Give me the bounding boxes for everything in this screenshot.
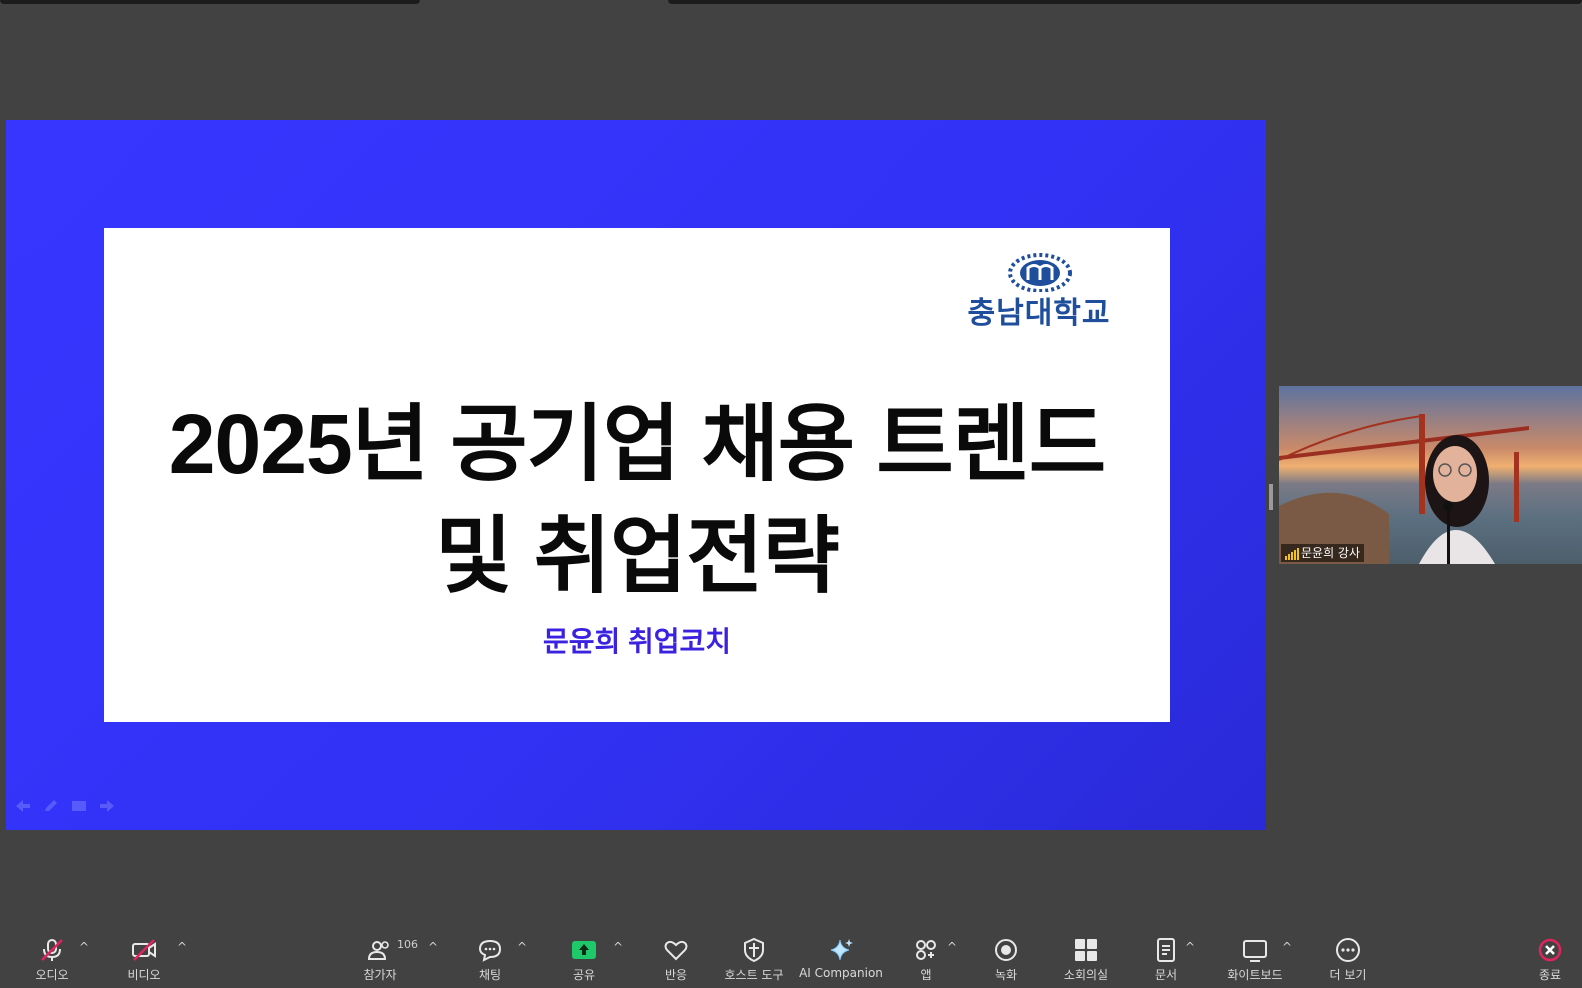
participants-count: 106 <box>397 938 418 951</box>
breakout-rooms-icon <box>1075 939 1097 961</box>
host-tools-label: 호스트 도구 <box>724 968 784 982</box>
docs-label: 문서 <box>1154 968 1178 982</box>
slide-title: 2025년 공기업 채용 트렌드 및 취업전략 <box>104 388 1170 612</box>
participants-options-caret-icon[interactable]: ^ <box>427 940 439 954</box>
slide-title-line-2: 및 취업전략 <box>435 509 840 603</box>
end-meeting-label: 종료 <box>1538 968 1562 982</box>
university-name: 충남대학교 <box>967 297 1111 330</box>
previous-arrow-icon[interactable] <box>14 798 32 812</box>
video-background-image <box>1279 414 1529 564</box>
record-button[interactable]: 녹화 <box>982 936 1030 984</box>
signal-strength-icon <box>1285 548 1299 560</box>
sparkle-icon <box>830 939 853 961</box>
chat-options-caret-icon[interactable]: ^ <box>516 940 528 954</box>
top-bar-right <box>668 0 1582 4</box>
reactions-button[interactable]: 반응 <box>652 936 700 984</box>
end-meeting-button[interactable]: 종료 <box>1528 936 1572 984</box>
breakout-rooms-label: 소회의실 <box>1063 968 1109 982</box>
slides-icon[interactable] <box>70 798 88 812</box>
apps-button[interactable]: 앱 <box>902 936 950 984</box>
share-label: 공유 <box>572 968 596 982</box>
participant-video[interactable] <box>1279 386 1582 564</box>
heart-icon <box>664 940 688 961</box>
more-icon <box>1336 938 1360 962</box>
apps-label: 앱 <box>920 968 932 982</box>
university-logo: 충남대학교 <box>934 248 1154 330</box>
video-options-caret-icon[interactable]: ^ <box>176 940 188 954</box>
audio-button[interactable]: 오디오 <box>28 936 76 984</box>
video-button[interactable]: 비디오 <box>120 936 168 984</box>
apps-options-caret-icon[interactable]: ^ <box>946 940 958 954</box>
participants-icon <box>367 941 389 960</box>
video-label: 비디오 <box>127 968 161 982</box>
more-button[interactable]: 더 보기 <box>1322 936 1374 984</box>
chat-icon <box>478 939 502 962</box>
share-screen-icon <box>572 941 596 959</box>
close-icon <box>1538 938 1562 962</box>
ai-companion-label: AI Companion <box>799 966 883 980</box>
audio-label: 오디오 <box>35 968 69 982</box>
docs-options-caret-icon[interactable]: ^ <box>1184 940 1196 954</box>
apps-icon <box>916 940 936 960</box>
participants-label: 참가자 <box>363 968 397 982</box>
next-arrow-icon[interactable] <box>98 798 116 812</box>
resize-handle[interactable] <box>1269 484 1273 510</box>
share-button[interactable]: 공유 <box>560 936 608 984</box>
meeting-toolbar: 오디오 ^ 비디오 ^ 참가자 106 ^ 채팅 ^ 공유 ^ 반응 호스트 도… <box>0 932 1582 988</box>
whiteboard-button[interactable]: 화이트보드 <box>1222 936 1288 984</box>
slide-subtitle: 문윤희 취업코치 <box>542 626 732 657</box>
whiteboard-options-caret-icon[interactable]: ^ <box>1281 940 1293 954</box>
reactions-label: 반응 <box>664 968 688 982</box>
chat-button[interactable]: 채팅 <box>466 936 514 984</box>
pen-icon[interactable] <box>42 798 60 812</box>
participant-name: 문윤희 강사 <box>1301 546 1361 560</box>
chat-label: 채팅 <box>478 968 502 982</box>
top-bar-left <box>0 0 420 4</box>
slide: 충남대학교 2025년 공기업 채용 트렌드 및 취업전략 문윤희 취업코치 <box>104 228 1170 722</box>
ai-companion-button[interactable]: AI Companion <box>798 936 884 984</box>
shared-screen: 충남대학교 2025년 공기업 채용 트렌드 및 취업전략 문윤희 취업코치 <box>6 120 1266 830</box>
more-label: 더 보기 <box>1329 968 1367 982</box>
record-icon <box>995 939 1017 961</box>
breakout-rooms-button[interactable]: 소회의실 <box>1054 936 1118 984</box>
whiteboard-label: 화이트보드 <box>1227 968 1283 982</box>
camera-off-icon <box>132 939 156 961</box>
participant-name-label: 문윤희 강사 <box>1281 544 1365 562</box>
record-label: 녹화 <box>994 968 1018 982</box>
audio-options-caret-icon[interactable]: ^ <box>78 940 90 954</box>
document-icon <box>1157 938 1175 962</box>
microphone-muted-icon <box>41 939 63 961</box>
shield-icon <box>744 937 764 963</box>
slide-title-line-1: 2025년 공기업 채용 트렌드 <box>168 397 1106 491</box>
university-emblem-icon <box>1008 253 1072 292</box>
share-options-caret-icon[interactable]: ^ <box>612 940 624 954</box>
whiteboard-icon <box>1243 940 1267 962</box>
docs-button[interactable]: 문서 <box>1142 936 1190 984</box>
host-tools-button[interactable]: 호스트 도구 <box>716 936 792 984</box>
slide-controls <box>14 798 116 812</box>
